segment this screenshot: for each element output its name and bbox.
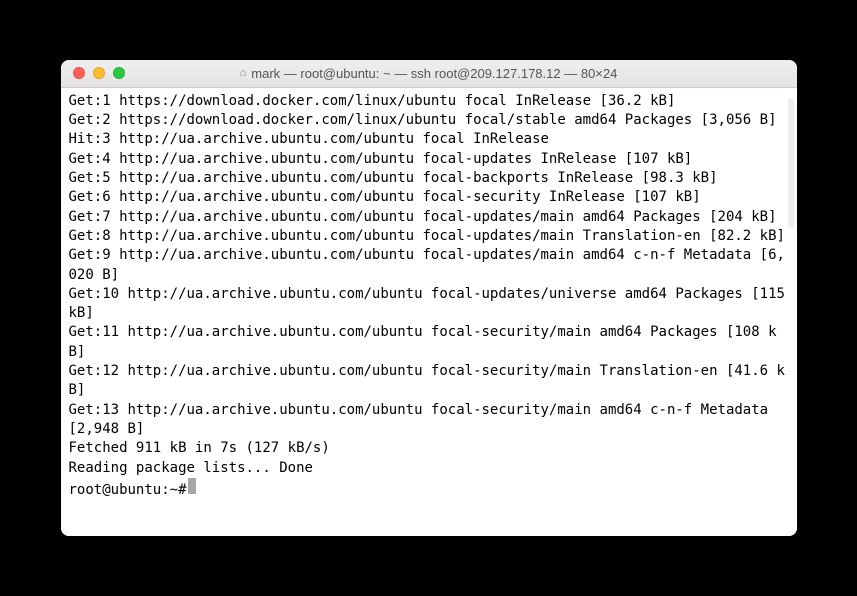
titlebar[interactable]: ⌂ mark — root@ubuntu: ~ — ssh root@209.1… <box>61 60 797 88</box>
output-line: Hit:3 http://ua.archive.ubuntu.com/ubunt… <box>69 130 789 149</box>
output-line: Get:4 http://ua.archive.ubuntu.com/ubunt… <box>69 150 789 169</box>
output-line: Get:9 http://ua.archive.ubuntu.com/ubunt… <box>69 246 789 285</box>
output-line: Get:11 http://ua.archive.ubuntu.com/ubun… <box>69 323 789 362</box>
output-line: Get:13 http://ua.archive.ubuntu.com/ubun… <box>69 401 789 440</box>
home-icon: ⌂ <box>240 67 247 79</box>
output-line: Get:6 http://ua.archive.ubuntu.com/ubunt… <box>69 188 789 207</box>
output-line: Get:5 http://ua.archive.ubuntu.com/ubunt… <box>69 169 789 188</box>
window-controls <box>61 67 125 79</box>
title-text: mark — root@ubuntu: ~ — ssh root@209.127… <box>251 66 617 81</box>
zoom-button[interactable] <box>113 67 125 79</box>
minimize-button[interactable] <box>93 67 105 79</box>
output-line: Fetched 911 kB in 7s (127 kB/s) <box>69 439 789 458</box>
output-line: Get:2 https://download.docker.com/linux/… <box>69 111 789 130</box>
output-line: Reading package lists... Done <box>69 459 789 478</box>
scrollbar[interactable] <box>788 98 794 228</box>
prompt-line: root@ubuntu:~# <box>69 478 789 500</box>
output-line: Get:10 http://ua.archive.ubuntu.com/ubun… <box>69 285 789 324</box>
terminal-output: Get:1 https://download.docker.com/linux/… <box>69 92 789 478</box>
output-line: Get:1 https://download.docker.com/linux/… <box>69 92 789 111</box>
window-title: ⌂ mark — root@ubuntu: ~ — ssh root@209.1… <box>61 66 797 81</box>
terminal-window: ⌂ mark — root@ubuntu: ~ — ssh root@209.1… <box>61 60 797 537</box>
output-line: Get:7 http://ua.archive.ubuntu.com/ubunt… <box>69 208 789 227</box>
close-button[interactable] <box>73 67 85 79</box>
terminal-body[interactable]: Get:1 https://download.docker.com/linux/… <box>61 88 797 537</box>
output-line: Get:12 http://ua.archive.ubuntu.com/ubun… <box>69 362 789 401</box>
output-line: Get:8 http://ua.archive.ubuntu.com/ubunt… <box>69 227 789 246</box>
prompt: root@ubuntu:~# <box>69 481 187 500</box>
cursor <box>188 478 196 494</box>
